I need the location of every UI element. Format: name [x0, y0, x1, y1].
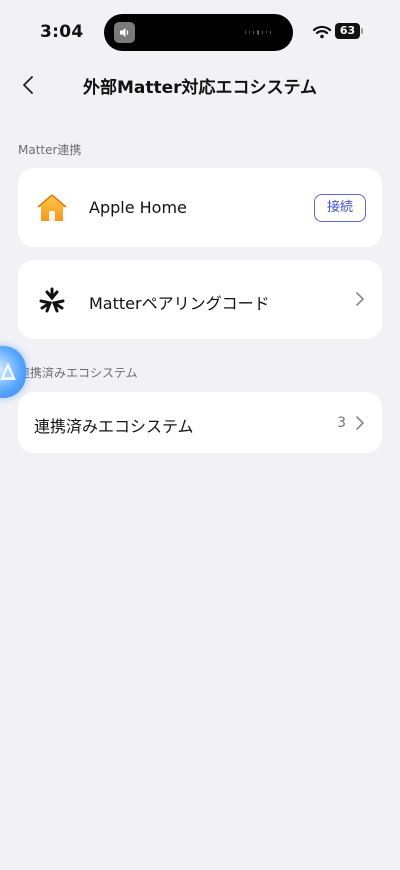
linked-ecosystems-row[interactable]: 連携済みエコシステム 3 — [18, 392, 382, 453]
nav-bar: 外部Matter対応エコシステム — [0, 64, 400, 106]
speaker-icon — [114, 22, 135, 43]
dynamic-island — [104, 14, 293, 51]
floating-assistant-bubble[interactable] — [0, 346, 26, 398]
page-title: 外部Matter対応エコシステム — [82, 78, 318, 98]
section-label-matter: Matter連携 — [18, 143, 82, 157]
linked-ecosystems-count: 3 — [337, 415, 346, 431]
matter-pairing-card: Matterペアリングコード — [18, 260, 382, 339]
section-label-linked: 連携済みエコシステム — [18, 366, 138, 380]
audio-wave-icon — [245, 29, 271, 35]
matter-pairing-label: Matterペアリングコード — [89, 294, 270, 313]
wifi-icon — [312, 24, 332, 43]
apple-home-label: Apple Home — [89, 198, 187, 217]
status-time: 3:04 — [40, 22, 84, 42]
matter-pairing-row[interactable]: Matterペアリングコード — [18, 260, 382, 339]
home-icon — [36, 192, 68, 224]
screen: 3:04 63 外部Matter対応エコシステム Matter連携 Apple … — [0, 0, 400, 870]
apple-home-row[interactable]: Apple Home 接続 — [18, 168, 382, 247]
status-bar: 3:04 63 — [0, 0, 400, 64]
matter-logo-icon — [36, 284, 68, 316]
sparkle-icon — [0, 362, 16, 380]
battery-indicator: 63 — [335, 23, 360, 39]
connect-button[interactable]: 接続 — [314, 194, 366, 222]
apple-home-card: Apple Home 接続 — [18, 168, 382, 247]
battery-tip — [361, 28, 363, 34]
linked-ecosystems-card: 連携済みエコシステム 3 — [18, 392, 382, 453]
chevron-right-icon — [356, 416, 364, 430]
linked-ecosystems-label: 連携済みエコシステム — [34, 417, 194, 436]
chevron-right-icon — [356, 292, 364, 306]
